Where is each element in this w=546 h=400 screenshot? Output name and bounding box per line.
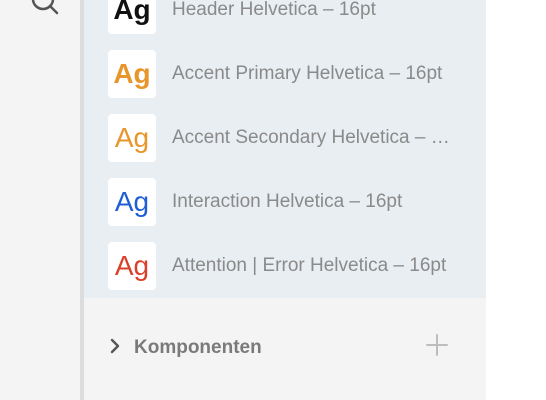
style-label: Accent Secondary Helvetica – 16pt [172, 127, 452, 148]
section-title: Komponenten [134, 337, 262, 358]
text-style-interaction[interactable]: Ag Interaction Helvetica – 16pt [84, 170, 486, 234]
text-styles-list: Ag Header Helvetica – 16pt Ag Accent Pri… [84, 0, 486, 298]
right-panel [486, 0, 546, 400]
left-rail [0, 0, 80, 400]
style-label: Attention | Error Helvetica – 16pt [172, 255, 447, 276]
styles-panel: Ag Header Helvetica – 16pt Ag Accent Pri… [84, 0, 486, 400]
text-style-accent-secondary[interactable]: Ag Accent Secondary Helvetica – 16pt [84, 106, 486, 170]
style-label: Interaction Helvetica – 16pt [172, 191, 403, 212]
style-sample: Ag [108, 50, 156, 98]
text-style-header[interactable]: Ag Header Helvetica – 16pt [84, 0, 486, 42]
style-sample: Ag [108, 178, 156, 226]
text-style-attention-error[interactable]: Ag Attention | Error Helvetica – 16pt [84, 234, 486, 298]
style-sample: Ag [108, 242, 156, 290]
style-sample: Ag [108, 0, 156, 34]
style-label: Accent Primary Helvetica – 16pt [172, 63, 443, 84]
plus-icon[interactable] [424, 332, 450, 358]
text-style-accent-primary[interactable]: Ag Accent Primary Helvetica – 16pt [84, 42, 486, 106]
style-sample: Ag [108, 114, 156, 162]
search-icon[interactable] [28, 0, 60, 16]
style-label: Header Helvetica – 16pt [172, 0, 376, 20]
components-section-header[interactable]: Komponenten [84, 322, 486, 370]
chevron-right-icon[interactable] [108, 336, 122, 356]
